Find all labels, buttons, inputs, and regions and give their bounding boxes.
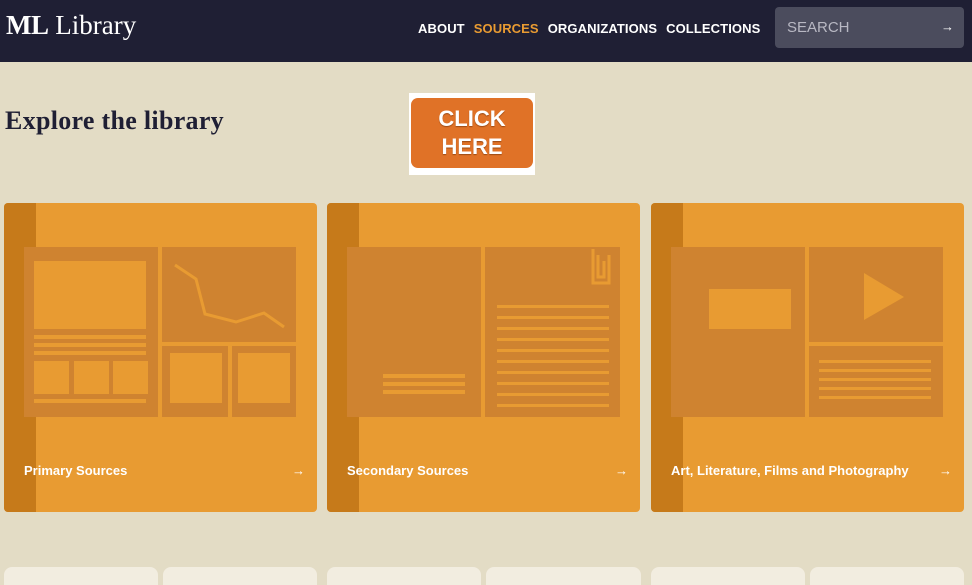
arrow-right-icon: → xyxy=(615,463,628,478)
click-here-button[interactable]: CLICK HERE xyxy=(409,93,535,175)
click-here-line2: HERE xyxy=(441,134,503,159)
logo-text: Library xyxy=(55,10,137,40)
card-label: Secondary Sources xyxy=(347,463,469,478)
card-art-literature-films[interactable]: Art, Literature, Films and Photography → xyxy=(651,203,964,512)
next-row-card[interactable] xyxy=(486,567,641,585)
next-row-card[interactable] xyxy=(810,567,964,585)
arrow-right-icon: → xyxy=(292,463,305,478)
next-row-card[interactable] xyxy=(4,567,158,585)
card-label: Primary Sources xyxy=(24,463,128,478)
card-label: Art, Literature, Films and Photography xyxy=(671,463,909,478)
arrow-right-icon: → xyxy=(939,463,952,478)
search-input[interactable] xyxy=(775,7,935,48)
logo-mark: ML xyxy=(6,10,49,40)
open-book-illustration-icon xyxy=(347,247,620,417)
nav-organizations[interactable]: ORGANIZATIONS xyxy=(548,21,657,37)
next-row-card[interactable] xyxy=(327,567,481,585)
search-box: → xyxy=(775,7,964,48)
next-row-card[interactable] xyxy=(651,567,805,585)
click-here-line1: CLICK xyxy=(438,106,506,131)
click-here-badge: CLICK HERE xyxy=(411,98,533,168)
next-row-card[interactable] xyxy=(163,567,317,585)
site-logo[interactable]: ML Library xyxy=(6,9,136,41)
search-submit-arrow-icon[interactable]: → xyxy=(941,19,954,34)
card-secondary-sources[interactable]: Secondary Sources → xyxy=(327,203,640,512)
nav-collections[interactable]: COLLECTIONS xyxy=(666,21,760,37)
top-navigation-bar: ML Library ABOUT SOURCES ORGANIZATIONS C… xyxy=(0,0,972,62)
newspaper-illustration-icon xyxy=(24,247,296,417)
nav-sources[interactable]: SOURCES xyxy=(474,21,539,37)
main-nav: ABOUT SOURCES ORGANIZATIONS COLLECTIONS xyxy=(418,21,760,37)
nav-about[interactable]: ABOUT xyxy=(418,21,465,37)
card-primary-sources[interactable]: Primary Sources → xyxy=(4,203,317,512)
page-title: Explore the library xyxy=(5,106,224,135)
media-gallery-illustration-icon xyxy=(671,247,943,417)
